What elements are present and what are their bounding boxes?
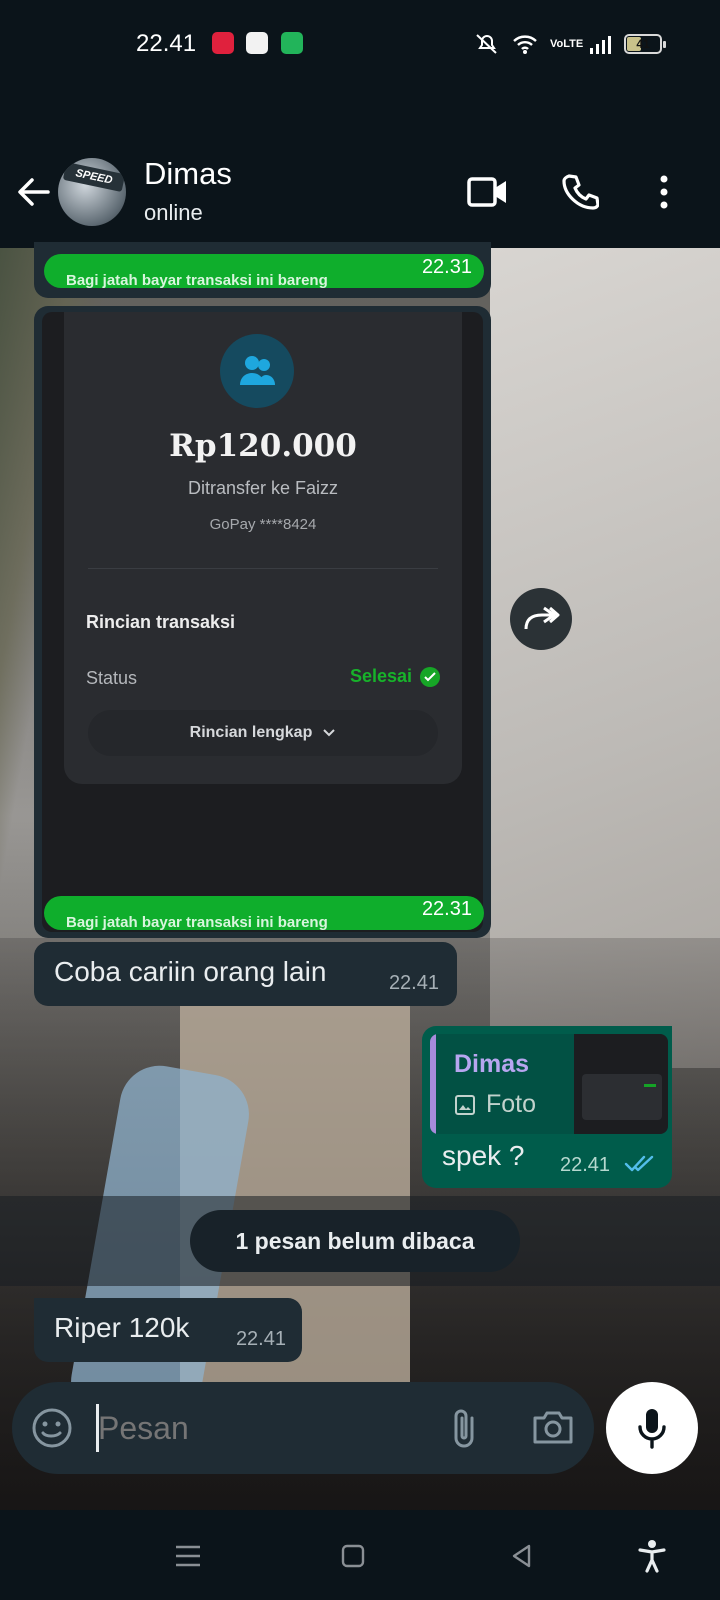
voice-call-button[interactable]: [558, 170, 602, 214]
accessibility-button[interactable]: [634, 1538, 670, 1574]
status-indicators: VoLTE 41: [474, 32, 666, 56]
status-label: Status: [86, 668, 138, 688]
emoji-sticker-button[interactable]: [30, 1406, 74, 1450]
message-bubble-incoming[interactable]: Riper 120k 22.41: [34, 1298, 302, 1362]
shopping-sale-icon: [212, 32, 234, 54]
message-composer[interactable]: [12, 1382, 594, 1474]
mute-icon: [476, 34, 497, 54]
recents-button[interactable]: [170, 1538, 206, 1574]
volte-label: VoLTE: [550, 37, 584, 50]
quoted-type: Foto: [454, 1090, 536, 1119]
wifi-icon: [513, 35, 537, 54]
chevron-down-icon: [323, 729, 336, 737]
full-details-button: Rincian lengkap: [88, 710, 438, 756]
caption-strip: Bagi jatah bayar transaksi ini bareng 22…: [44, 896, 484, 930]
status-value: Selesai: [350, 666, 440, 687]
video-call-icon: [467, 177, 506, 207]
camera-icon: [533, 1411, 573, 1444]
contact-name[interactable]: Dimas: [144, 156, 232, 192]
microphone-icon: [638, 1409, 666, 1449]
unread-count-pill: 1 pesan belum dibaca: [190, 1210, 520, 1272]
gopay-account: GoPay ****8424: [209, 516, 317, 533]
contact-status: online: [144, 200, 203, 225]
forward-button[interactable]: [510, 588, 572, 650]
caption-strip: Bagi jatah bayar transaksi ini bareng 22…: [44, 254, 484, 288]
transaction-card: Rp120.000 Ditransfer ke Faizz GoPay ****…: [64, 312, 462, 784]
message-bubble-partial[interactable]: Bagi jatah bayar transaksi ini bareng 22…: [34, 242, 491, 298]
transaction-details-title: Rincian transaksi: [86, 612, 236, 632]
message-bubble-incoming[interactable]: Coba cariin orang lain 22.41: [34, 942, 457, 1006]
accessibility-icon: [638, 1540, 666, 1573]
signal-icon: [590, 36, 611, 54]
quoted-thumbnail: [574, 1034, 668, 1134]
back-arrow-icon: [18, 178, 50, 206]
read-ticks-icon: [624, 1155, 654, 1172]
video-call-button[interactable]: [466, 170, 510, 214]
message-text: spek ?: [442, 1140, 525, 1171]
message-bubble-outgoing[interactable]: Dimas Foto spek ? 22.41: [422, 1026, 672, 1188]
back-button[interactable]: [14, 172, 54, 212]
triangle-back-icon: [512, 1544, 531, 1568]
group-users-icon: [220, 334, 294, 408]
chat-header: SPEED Dimas online: [0, 92, 720, 248]
sticker-icon: [32, 1408, 72, 1448]
transaction-screenshot[interactable]: Rp120.000 Ditransfer ke Faizz GoPay ****…: [42, 312, 483, 932]
status-bar: 22.41 VoLTE 41: [0, 0, 720, 92]
wallet-icon: [246, 32, 268, 54]
square-icon: [341, 1544, 365, 1568]
image-message-bubble[interactable]: Rp120.000 Ditransfer ke Faizz GoPay ****…: [34, 306, 491, 938]
quoted-message[interactable]: Dimas Foto: [430, 1034, 668, 1134]
attach-button[interactable]: [442, 1404, 488, 1452]
menu-lines-icon: [176, 1545, 200, 1567]
check-circle-icon: [420, 666, 440, 687]
avatar[interactable]: SPEED: [58, 158, 126, 226]
transfer-recipient: Ditransfer ke Faizz: [187, 478, 339, 498]
more-options-button[interactable]: [642, 170, 686, 214]
shield-icon: [281, 32, 303, 54]
voice-record-button[interactable]: [606, 1382, 698, 1474]
message-text: Riper 120k: [54, 1312, 190, 1343]
home-button[interactable]: [335, 1538, 371, 1574]
back-nav-button[interactable]: [504, 1538, 540, 1574]
divider: [88, 568, 438, 569]
message-input[interactable]: [98, 1404, 428, 1452]
message-time: 22.41: [560, 1154, 611, 1176]
message-text: Coba cariin orang lain: [54, 956, 327, 987]
quoted-sender: Dimas: [454, 1050, 530, 1078]
camera-button[interactable]: [530, 1406, 576, 1450]
forward-icon: [524, 606, 560, 630]
more-vert-icon: [660, 175, 668, 209]
phone-icon: [562, 174, 599, 210]
avatar-label: SPEED: [62, 161, 126, 193]
battery-indicator: 41: [624, 34, 666, 54]
status-time: 22.41: [136, 30, 197, 57]
system-navigation-bar: [0, 1510, 720, 1600]
message-time: 22.41: [235, 1328, 286, 1350]
message-time: 22.41: [388, 972, 439, 994]
photo-icon: [455, 1094, 475, 1115]
paperclip-icon: [454, 1409, 474, 1448]
transfer-amount: Rp120.000: [169, 428, 357, 464]
